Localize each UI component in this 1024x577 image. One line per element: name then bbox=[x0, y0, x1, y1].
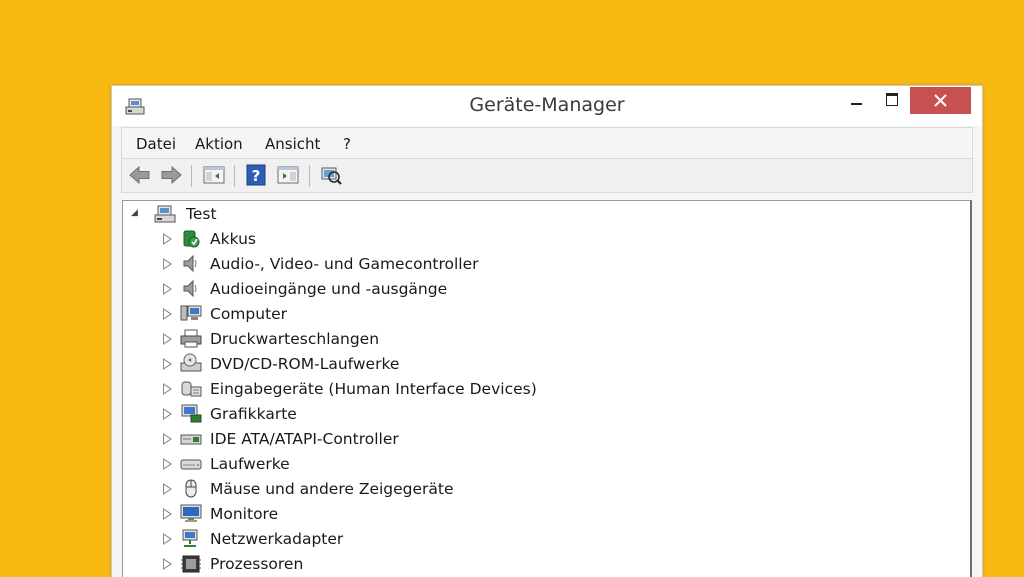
device-tree[interactable]: ◢ Test Akkus Audio-, Video- und Gamecontr… bbox=[122, 200, 972, 577]
tree-node[interactable]: Netzwerkadapter bbox=[123, 526, 723, 551]
menu-bar: Datei Aktion Ansicht ? bbox=[121, 127, 973, 158]
expand-arrow-icon[interactable] bbox=[163, 533, 172, 545]
monitor-icon bbox=[180, 504, 202, 522]
expand-arrow-icon[interactable] bbox=[163, 433, 172, 445]
tree-node-label: Prozessoren bbox=[210, 555, 304, 573]
show-hide-console-tree-icon[interactable] bbox=[202, 164, 226, 186]
tree-node[interactable]: Laufwerke bbox=[123, 451, 723, 476]
tree-node[interactable]: Computer bbox=[123, 301, 723, 326]
properties-panel-icon[interactable] bbox=[276, 164, 300, 186]
forward-arrow-icon[interactable] bbox=[159, 164, 183, 186]
tree-node[interactable]: Akkus bbox=[123, 226, 723, 251]
speaker-icon bbox=[183, 254, 197, 273]
expand-arrow-icon[interactable] bbox=[163, 458, 172, 470]
disk-drive-icon bbox=[180, 459, 202, 470]
tree-node-label: Computer bbox=[210, 305, 288, 323]
tree-node[interactable]: Druckwarteschlangen bbox=[123, 326, 723, 351]
network-adapter-icon bbox=[182, 529, 198, 547]
tree-node[interactable]: DVD/CD-ROM-Laufwerke bbox=[123, 351, 723, 376]
svg-text:?: ? bbox=[252, 167, 261, 185]
printer-icon bbox=[180, 329, 202, 348]
ide-controller-icon bbox=[180, 434, 202, 445]
menu-datei[interactable]: Datei bbox=[136, 135, 176, 153]
expand-arrow-icon[interactable] bbox=[163, 358, 172, 370]
tree-node[interactable]: Prozessoren bbox=[123, 551, 723, 576]
expand-arrow-icon[interactable] bbox=[163, 558, 172, 570]
tree-node-label: Eingabegeräte (Human Interface Devices) bbox=[210, 380, 537, 398]
tree-node-label: Netzwerkadapter bbox=[210, 530, 344, 548]
expand-arrow-icon[interactable] bbox=[163, 483, 172, 495]
processor-icon bbox=[181, 555, 201, 573]
tree-node-label: DVD/CD-ROM-Laufwerke bbox=[210, 355, 400, 373]
close-icon bbox=[934, 94, 947, 107]
toolbar-separator bbox=[191, 165, 192, 187]
collapse-arrow-icon[interactable]: ◢ bbox=[131, 208, 138, 218]
close-button[interactable] bbox=[910, 87, 971, 114]
mouse-icon bbox=[185, 479, 197, 498]
tree-node-label: Monitore bbox=[210, 505, 279, 523]
expand-arrow-icon[interactable] bbox=[163, 258, 172, 270]
tree-root-label: Test bbox=[186, 205, 217, 223]
title-bar[interactable]: Geräte-Manager bbox=[112, 86, 982, 126]
tree-node-label: IDE ATA/ATAPI-Controller bbox=[210, 430, 399, 448]
maximize-button[interactable] bbox=[877, 86, 907, 114]
tree-node-label: Audioeingänge und -ausgänge bbox=[210, 280, 448, 298]
toolbar: ? bbox=[121, 158, 973, 193]
dvd-drive-icon bbox=[180, 353, 202, 372]
speaker-icon bbox=[183, 279, 197, 298]
tree-node[interactable]: Mäuse und andere Zeigegeräte bbox=[123, 476, 723, 501]
menu-ansicht[interactable]: Ansicht bbox=[265, 135, 320, 153]
tree-node[interactable]: IDE ATA/ATAPI-Controller bbox=[123, 426, 723, 451]
expand-arrow-icon[interactable] bbox=[163, 408, 172, 420]
tree-node-label: Akkus bbox=[210, 230, 256, 248]
tree-node[interactable]: Audioeingänge und -ausgänge bbox=[123, 276, 723, 301]
expand-arrow-icon[interactable] bbox=[163, 283, 172, 295]
minimize-button[interactable] bbox=[842, 86, 872, 114]
expand-arrow-icon[interactable] bbox=[163, 233, 172, 245]
battery-icon bbox=[183, 230, 200, 248]
scan-hardware-icon[interactable] bbox=[319, 164, 343, 186]
computer-root-icon bbox=[154, 205, 176, 223]
menu-aktion[interactable]: Aktion bbox=[195, 135, 243, 153]
expand-arrow-icon[interactable] bbox=[163, 383, 172, 395]
back-arrow-icon[interactable] bbox=[128, 164, 152, 186]
expand-arrow-icon[interactable] bbox=[163, 333, 172, 345]
menu-help[interactable]: ? bbox=[343, 135, 351, 153]
help-icon[interactable]: ? bbox=[244, 164, 268, 186]
display-adapter-icon bbox=[181, 404, 202, 423]
tree-node-label: Mäuse und andere Zeigegeräte bbox=[210, 480, 454, 498]
hid-icon bbox=[181, 381, 202, 397]
tree-node[interactable]: Grafikkarte bbox=[123, 401, 723, 426]
tree-node[interactable]: Monitore bbox=[123, 501, 723, 526]
tree-node-label: Grafikkarte bbox=[210, 405, 297, 423]
tree-root[interactable]: ◢ Test bbox=[123, 201, 723, 226]
device-manager-window: Geräte-Manager Datei Aktion Ansicht ? ? … bbox=[111, 85, 983, 577]
tree-node-label: Druckwarteschlangen bbox=[210, 330, 380, 348]
tree-node[interactable]: Eingabegeräte (Human Interface Devices) bbox=[123, 376, 723, 401]
toolbar-separator bbox=[309, 165, 310, 187]
tree-node-label: Laufwerke bbox=[210, 455, 290, 473]
computer-icon bbox=[180, 305, 202, 321]
tree-node[interactable]: Audio-, Video- und Gamecontroller bbox=[123, 251, 723, 276]
expand-arrow-icon[interactable] bbox=[163, 508, 172, 520]
toolbar-separator bbox=[234, 165, 235, 187]
expand-arrow-icon[interactable] bbox=[163, 308, 172, 320]
tree-node-label: Audio-, Video- und Gamecontroller bbox=[210, 255, 479, 273]
